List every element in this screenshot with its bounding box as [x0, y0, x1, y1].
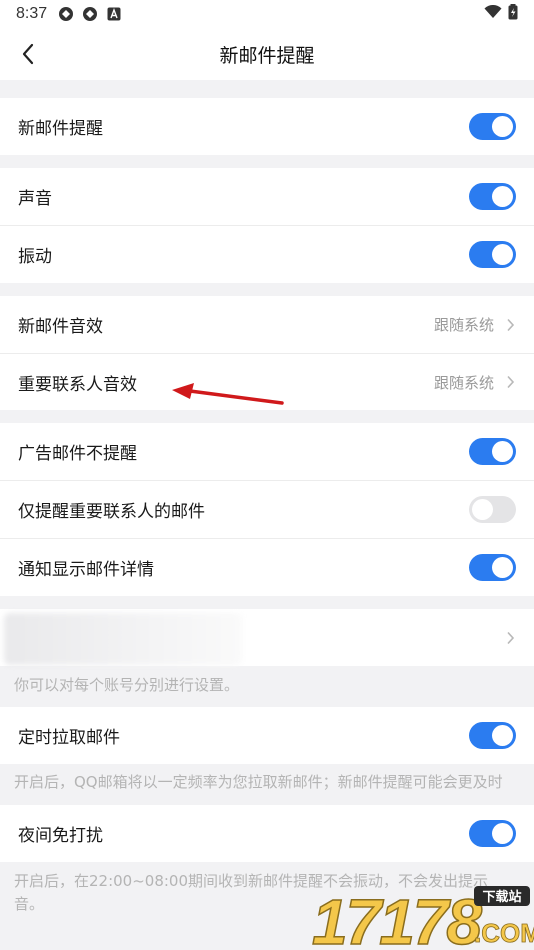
vibrate-row: 振动: [0, 226, 534, 283]
night-dnd-label: 夜间免打扰: [18, 826, 103, 846]
vip-only-alert-row: 仅提醒重要联系人的邮件: [0, 481, 534, 538]
app-notification-icon: [81, 5, 99, 23]
site-watermark-logo: 17178 下载站 .COM: [308, 882, 534, 950]
new-mail-sound-row[interactable]: 新邮件音效 跟随系统: [0, 296, 534, 353]
ad-mail-no-alert-toggle[interactable]: [469, 438, 516, 465]
show-mail-detail-label: 通知显示邮件详情: [18, 560, 154, 580]
show-mail-detail-toggle[interactable]: [469, 554, 516, 581]
watermark-badge: 下载站: [482, 889, 521, 905]
night-dnd-toggle[interactable]: [469, 820, 516, 847]
navigation-bar: 新邮件提醒: [0, 28, 534, 80]
chevron-right-icon: [504, 631, 516, 645]
new-mail-alert-toggle[interactable]: [469, 113, 516, 140]
vip-only-alert-toggle[interactable]: [469, 496, 516, 523]
wifi-icon: [484, 4, 502, 23]
annotation-arrow: [172, 383, 284, 405]
ad-mail-no-alert-row: 广告邮件不提醒: [0, 423, 534, 480]
new-mail-alert-row: 新邮件提醒: [0, 98, 534, 155]
chevron-right-icon: [504, 375, 516, 389]
vip-contact-sound-value: 跟随系统: [433, 373, 494, 392]
page-title: 新邮件提醒: [219, 44, 315, 67]
new-mail-sound-label: 新邮件音效: [18, 317, 103, 337]
vibrate-toggle[interactable]: [469, 241, 516, 268]
watermark-number: 17178: [312, 886, 482, 950]
battery-icon: [508, 4, 518, 24]
blurred-account-name: [4, 613, 242, 665]
night-dnd-row: 夜间免打扰: [0, 805, 534, 862]
timed-fetch-toggle[interactable]: [469, 722, 516, 749]
chevron-left-icon: [22, 43, 34, 65]
back-button[interactable]: [14, 40, 42, 68]
app-notification-icon: [57, 5, 75, 23]
status-time: 8:37: [16, 5, 48, 22]
sound-row: 声音: [0, 168, 534, 225]
sound-label: 声音: [18, 189, 52, 209]
new-mail-sound-value: 跟随系统: [433, 316, 494, 334]
show-mail-detail-row: 通知显示邮件详情: [0, 539, 534, 596]
sound-toggle[interactable]: [469, 183, 516, 210]
vip-only-alert-label: 仅提醒重要联系人的邮件: [18, 502, 205, 522]
new-mail-alert-label: 新邮件提醒: [18, 119, 103, 139]
status-bar: 8:37: [0, 0, 534, 28]
ad-mail-no-alert-label: 广告邮件不提醒: [18, 444, 137, 464]
font-notification-icon: [105, 5, 123, 23]
watermark-domain: .COM: [474, 918, 534, 948]
account-hint: 你可以对每个账号分别进行设置。: [14, 676, 240, 694]
timed-fetch-label: 定时拉取邮件: [18, 728, 120, 748]
timed-fetch-hint: 开启后，QQ邮箱将以一定频率为您拉取新邮件；新邮件提醒可能会更及时: [14, 773, 503, 791]
chevron-right-icon: [504, 318, 516, 332]
vibrate-label: 振动: [18, 247, 52, 267]
timed-fetch-row: 定时拉取邮件: [0, 707, 534, 764]
